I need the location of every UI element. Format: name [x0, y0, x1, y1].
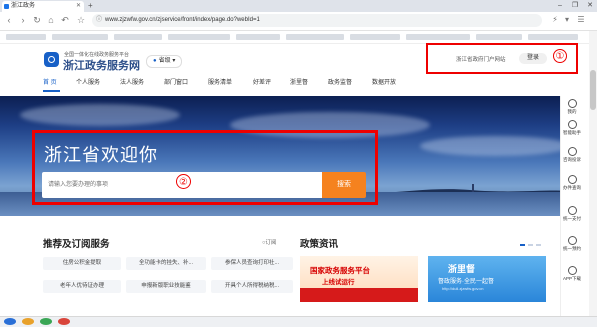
rail-unified-booking[interactable]: 统一预约 — [561, 236, 583, 252]
hero-cloud — [420, 136, 570, 156]
bookmark-item[interactable] — [350, 34, 400, 40]
rail-unified-payment[interactable]: 统一支付 — [561, 206, 583, 222]
taskbar-app-icon[interactable] — [22, 318, 34, 325]
page-info-icon[interactable]: ⓘ — [96, 14, 102, 27]
extensions-icon[interactable]: ☰ — [576, 14, 586, 26]
calendar-icon — [567, 236, 577, 245]
annotation-marker-1: ① — [553, 49, 567, 63]
recommend-section-title: 推荐及订阅服务 — [43, 239, 110, 250]
clock-icon — [567, 175, 577, 184]
nav-active-indicator — [43, 90, 60, 92]
tab-title: 浙江政务 — [11, 3, 36, 9]
bookmark-item[interactable] — [168, 34, 230, 40]
forward-icon[interactable]: › — [18, 14, 28, 26]
user-icon — [567, 99, 577, 108]
gov-portal-link[interactable]: 浙江省政府门户网站 — [456, 55, 506, 63]
logo-title[interactable]: 浙江政务服务网 — [63, 57, 140, 73]
bookmark-item[interactable] — [406, 34, 470, 40]
home-icon[interactable]: ⌂ — [46, 14, 56, 26]
url-bar[interactable]: ⓘ www.zjzwfw.gov.cn/zjservice/front/inde… — [92, 14, 542, 27]
browser-tab[interactable]: 浙江政务 ✕ — [2, 1, 84, 12]
region-label: 省级 — [158, 58, 171, 64]
subscribe-button[interactable]: ○订阅 — [262, 238, 276, 246]
nav-open-data[interactable]: 数据开放 — [372, 79, 396, 88]
url-text: www.zjzwfw.gov.cn/zjservice/front/index/… — [105, 17, 260, 23]
location-pin-icon: ● — [153, 58, 157, 64]
hero-cloud — [20, 104, 180, 126]
rail-app-download[interactable]: APP下载 — [561, 266, 583, 282]
banner1-subline: 上线试运行 — [322, 279, 355, 286]
service-item[interactable]: 全功能卡的挂失、补... — [126, 257, 206, 270]
rail-smart-assistant[interactable]: 智能助手 — [561, 120, 583, 136]
nav-department-windows[interactable]: 部门窗口 — [164, 79, 188, 88]
nav-corporate-services[interactable]: 法人服务 — [120, 79, 144, 88]
shield-icon — [567, 147, 577, 156]
reload-icon[interactable]: ↻ — [32, 14, 42, 26]
nav-gov-supervision[interactable]: 政务监督 — [328, 79, 352, 88]
subscribe-label: 订阅 — [265, 240, 277, 246]
banner2-subline: 督政服务·全民一起督 — [438, 279, 494, 285]
back-icon[interactable]: ‹ — [4, 14, 14, 26]
restore-icon[interactable]: ❐ — [568, 0, 582, 12]
scrollbar-thumb[interactable] — [590, 70, 596, 110]
bookmark-item[interactable] — [6, 34, 46, 40]
bolt-icon[interactable]: ⚡ — [550, 14, 560, 26]
rail-my-account[interactable]: 我的 — [561, 99, 583, 115]
os-taskbar — [0, 316, 597, 327]
service-item[interactable]: 参保人员查询打印社... — [211, 257, 293, 270]
site-logo-icon[interactable] — [44, 52, 59, 67]
bookmark-item[interactable] — [528, 34, 578, 40]
rail-case-query[interactable]: 办件查询 — [561, 175, 583, 191]
start-icon[interactable] — [4, 318, 16, 325]
login-button[interactable]: 登录 — [519, 53, 547, 64]
search-button[interactable]: 搜索 — [322, 172, 366, 198]
news-section-title: 政策资讯 — [300, 239, 339, 250]
nav-home[interactable]: 首 页 — [43, 79, 57, 88]
yen-icon — [567, 206, 577, 215]
carousel-dot[interactable] — [528, 244, 533, 246]
close-window-icon[interactable]: ✕ — [583, 0, 597, 12]
nav-zhelidu[interactable]: 浙里督 — [290, 79, 308, 88]
undo-icon[interactable]: ↶ — [60, 14, 70, 26]
bookmark-item[interactable] — [236, 34, 280, 40]
banner-red-band — [300, 288, 418, 302]
service-item[interactable]: 住房公积金提取 — [43, 257, 121, 270]
carousel-dot[interactable] — [536, 244, 541, 246]
tab-close-icon[interactable]: ✕ — [76, 1, 81, 12]
bookmark-item[interactable] — [114, 34, 162, 40]
bookmark-item[interactable] — [52, 34, 108, 40]
headset-icon — [567, 120, 577, 129]
tab-favicon-icon — [4, 4, 9, 9]
bookmark-star-icon[interactable]: ☆ — [76, 14, 86, 26]
service-item[interactable]: 老年人优待证办理 — [43, 280, 121, 293]
phone-icon — [567, 266, 577, 275]
banner2-headline: 浙里督 — [448, 264, 476, 274]
service-item[interactable]: 开具个人所得税纳税... — [211, 280, 293, 293]
bookmark-item[interactable] — [286, 34, 344, 40]
minimize-icon[interactable]: – — [553, 0, 567, 12]
banner1-headline: 国家政务服务平台 — [310, 266, 370, 275]
new-tab-icon[interactable]: + — [88, 1, 93, 11]
bookmark-item[interactable] — [476, 34, 522, 40]
taskbar-app-icon[interactable] — [40, 318, 52, 325]
taskbar-app-icon[interactable] — [58, 318, 70, 325]
nav-service-list[interactable]: 服务清单 — [208, 79, 232, 88]
dropdown-icon[interactable]: ▾ — [562, 14, 572, 26]
hero-title: 浙江省欢迎你 — [44, 145, 158, 165]
rail-consult-complaint[interactable]: 咨询投诉 — [561, 147, 583, 163]
nav-personal-services[interactable]: 个人服务 — [76, 79, 100, 88]
chevron-down-icon: ▾ — [172, 58, 176, 64]
service-item[interactable]: 申报新版职业技能鉴 — [126, 280, 206, 293]
carousel-dot-active[interactable] — [520, 244, 525, 246]
nav-ratings[interactable]: 好差评 — [253, 79, 271, 88]
region-selector[interactable]: ● 省级 ▾ — [146, 55, 183, 68]
annotation-marker-2: ② — [176, 174, 191, 189]
banner2-url: http://duli.zjzwfw.gov.cn — [442, 286, 484, 291]
